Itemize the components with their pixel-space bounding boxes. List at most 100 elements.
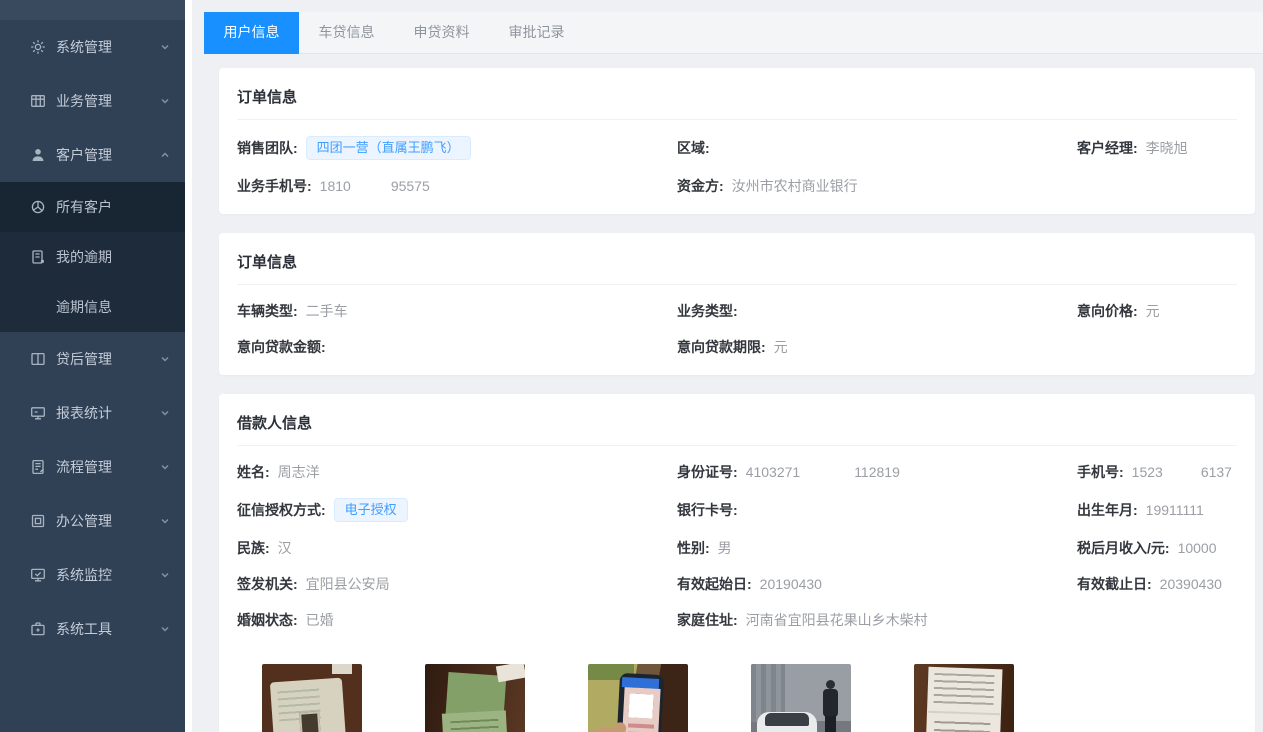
loan-intent-card: 订单信息 车辆类型: 二手车 业务类型: 意向价格: 元 意向贷款金额: bbox=[219, 233, 1255, 375]
photo-item-person-car[interactable]: 人车照 bbox=[751, 664, 851, 732]
monitor-check-icon bbox=[30, 567, 46, 583]
card-title: 借款人信息 bbox=[237, 408, 1237, 446]
book-icon bbox=[30, 351, 46, 367]
qr-authorization-photo[interactable] bbox=[588, 664, 688, 732]
chevron-down-icon bbox=[159, 407, 171, 419]
sidebar-item-customer-management[interactable]: 客户管理 bbox=[0, 128, 185, 182]
sidebar-item-report-statistics[interactable]: 报表统计 bbox=[0, 386, 185, 440]
person-with-car-photo[interactable] bbox=[751, 664, 851, 732]
credit-auth-tag: 电子授权 bbox=[334, 498, 408, 522]
field-sales-team: 销售团队: 四团一营（直属王鹏飞） bbox=[237, 136, 677, 160]
card-title: 订单信息 bbox=[237, 247, 1237, 285]
tab-approval-records[interactable]: 审批记录 bbox=[489, 12, 584, 54]
field-home-address: 家庭住址: 河南省宜阳县花果山乡木柴村 bbox=[677, 610, 1077, 630]
sidebar-item-label: 所有客户 bbox=[56, 197, 171, 217]
registration-booklet-photo[interactable] bbox=[425, 664, 525, 732]
sidebar-item-business-management[interactable]: 业务管理 bbox=[0, 74, 185, 128]
borrower-photos: 本人照 登记证书照片 授权截图 bbox=[262, 664, 1237, 732]
field-vehicle-type: 车辆类型: 二手车 bbox=[237, 301, 677, 321]
sidebar-item-label: 系统管理 bbox=[56, 37, 159, 57]
field-marital-status: 婚姻状态: 已婚 bbox=[237, 610, 677, 630]
sidebar-item-label: 流程管理 bbox=[56, 457, 159, 477]
chevron-down-icon bbox=[159, 95, 171, 107]
chevron-down-icon bbox=[159, 623, 171, 635]
sidebar-item-label: 报表统计 bbox=[56, 403, 159, 423]
sidebar-item-system-monitor[interactable]: 系统监控 bbox=[0, 548, 185, 602]
sidebar-item-label: 办公管理 bbox=[56, 511, 159, 531]
field-valid-to: 有效截止日: 20390430 bbox=[1077, 574, 1237, 594]
field-issue-authority: 签发机关: 宜阳县公安局 bbox=[237, 574, 677, 594]
chevron-down-icon bbox=[159, 461, 171, 473]
field-customer-manager: 客户经理: 李晓旭 bbox=[1077, 138, 1237, 158]
field-monthly-income: 税后月收入/元: 10000 bbox=[1077, 538, 1237, 558]
tab-bar: 用户信息 车贷信息 申贷资料 审批记录 bbox=[204, 12, 1263, 54]
card-title: 订单信息 bbox=[237, 82, 1237, 120]
sidebar-item-postloan-management[interactable]: 贷后管理 bbox=[0, 332, 185, 386]
sidebar-item-label: 业务管理 bbox=[56, 91, 159, 111]
sidebar-item-process-management[interactable]: 流程管理 bbox=[0, 440, 185, 494]
grid-icon bbox=[30, 93, 46, 109]
field-birth-date: 出生年月: 19911111 bbox=[1077, 500, 1237, 520]
photo-item-id-card[interactable]: 本人照 bbox=[262, 664, 362, 732]
sidebar-item-label: 我的逾期 bbox=[56, 247, 171, 267]
tab-car-loan-info[interactable]: 车贷信息 bbox=[299, 12, 394, 54]
field-business-phone: 业务手机号: 181095575 bbox=[237, 176, 677, 196]
main-content: 用户信息 车贷信息 申贷资料 审批记录 订单信息 销售团队: 四团一营（直属王鹏… bbox=[192, 0, 1263, 732]
photo-item-qr-auth[interactable]: 授权截图 bbox=[588, 664, 688, 732]
chevron-down-icon bbox=[159, 569, 171, 581]
flow-doc-icon bbox=[30, 459, 46, 475]
redaction-box bbox=[1164, 467, 1200, 480]
chevron-down-icon bbox=[159, 41, 171, 53]
field-credit-auth-method: 征信授权方式: 电子授权 bbox=[237, 498, 677, 522]
photo-item-green-booklet[interactable]: 登记证书照片 bbox=[425, 664, 525, 732]
sidebar-item-label: 贷后管理 bbox=[56, 349, 159, 369]
field-name: 姓名: 周志洋 bbox=[237, 462, 677, 482]
sidebar-item-label: 系统工具 bbox=[56, 619, 159, 639]
sidebar-item-label: 逾期信息 bbox=[56, 297, 171, 317]
sales-team-tag: 四团一营（直属王鹏飞） bbox=[306, 136, 471, 160]
order-info-card: 订单信息 销售团队: 四团一营（直属王鹏飞） 区域: 客户经理: 李晓旭 业务手… bbox=[219, 68, 1255, 214]
sidebar-item-system-tools[interactable]: 系统工具 bbox=[0, 602, 185, 656]
field-gender: 性别: 男 bbox=[677, 538, 1077, 558]
sidebar-item-all-customers[interactable]: 所有客户 bbox=[0, 182, 185, 232]
user-icon bbox=[30, 147, 46, 163]
gear-icon bbox=[30, 39, 46, 55]
redaction-box bbox=[352, 181, 390, 194]
borrower-info-card: 借款人信息 姓名: 周志洋 身份证号: 4103271112819 手机号: 1… bbox=[219, 394, 1255, 732]
monitor-icon bbox=[30, 405, 46, 421]
sidebar-submenu-customer: 所有客户 我的逾期 逾期信息 bbox=[0, 182, 185, 332]
sidebar-item-label: 客户管理 bbox=[56, 145, 159, 165]
chevron-down-icon bbox=[159, 353, 171, 365]
office-icon bbox=[30, 513, 46, 529]
toolbox-icon bbox=[30, 621, 46, 637]
chevron-up-icon bbox=[159, 149, 171, 161]
redaction-box bbox=[801, 467, 853, 480]
id-card-photo[interactable] bbox=[262, 664, 362, 732]
sidebar-item-label: 系统监控 bbox=[56, 565, 159, 585]
field-id-number: 身份证号: 4103271112819 bbox=[677, 462, 1077, 482]
field-intent-loan-amount: 意向贷款金额: bbox=[237, 337, 677, 357]
chevron-down-icon bbox=[159, 515, 171, 527]
field-intent-price: 意向价格: 元 bbox=[1077, 301, 1237, 321]
sidebar-item-my-overdue[interactable]: 我的逾期 bbox=[0, 232, 185, 282]
sidebar: 系统管理 业务管理 客户管理 所有客户 我的逾期 逾 bbox=[0, 0, 185, 732]
field-ethnicity: 民族: 汉 bbox=[237, 538, 677, 558]
sidebar-item-office-management[interactable]: 办公管理 bbox=[0, 494, 185, 548]
segments-icon bbox=[30, 199, 46, 215]
notebook-icon bbox=[30, 249, 46, 265]
field-intent-loan-term: 意向贷款期限: 元 bbox=[677, 337, 1077, 357]
field-valid-from: 有效起始日: 20190430 bbox=[677, 574, 1077, 594]
sidebar-scrollbar-track[interactable] bbox=[185, 0, 192, 732]
field-region: 区域: bbox=[677, 138, 1077, 158]
tab-loan-application-docs[interactable]: 申贷资料 bbox=[394, 12, 489, 54]
field-business-type: 业务类型: bbox=[677, 301, 1077, 321]
tab-user-info[interactable]: 用户信息 bbox=[204, 12, 299, 54]
sidebar-top-strip bbox=[0, 0, 185, 20]
photo-item-handwritten-doc[interactable]: 村委证明 bbox=[914, 664, 1014, 732]
field-mobile: 手机号: 15236137 bbox=[1077, 462, 1237, 482]
sidebar-item-system-management[interactable]: 系统管理 bbox=[0, 20, 185, 74]
handwritten-document-photo[interactable] bbox=[914, 664, 1014, 732]
field-funder: 资金方: 汝州市农村商业银行 bbox=[677, 176, 1077, 196]
sidebar-item-overdue-info[interactable]: 逾期信息 bbox=[0, 282, 185, 332]
field-bank-card: 银行卡号: bbox=[677, 500, 1077, 520]
